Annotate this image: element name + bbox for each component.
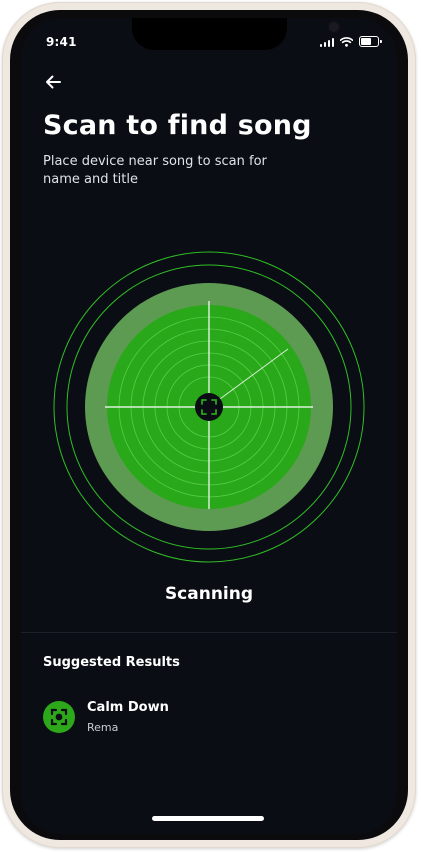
signal-icon [319,37,334,47]
home-indicator[interactable] [152,816,264,821]
scan-status-label: Scanning [164,584,254,604]
divider [21,632,397,633]
notch [132,18,341,50]
arrow-left-icon [46,75,61,89]
app-screen: 9:41 Scan to find song Place device near… [21,18,397,834]
front-camera [327,20,341,34]
battery-icon [359,36,382,47]
result-title: Calm Down [87,700,169,715]
suggested-results-heading: Suggested Results [43,655,180,670]
result-text: Calm Down Rema [87,700,169,734]
radar-center-hub [195,393,223,421]
back-button[interactable] [41,70,65,94]
status-time: 9:41 [46,35,77,49]
status-icons [319,36,382,47]
wifi-icon [340,36,353,47]
scan-frame-icon [50,708,68,726]
result-artist: Rema [87,721,119,734]
radar-scanner[interactable] [53,251,365,563]
page-title: Scan to find song [43,110,312,141]
page-subtitle: Place device near song to scan for name … [43,154,267,187]
result-icon [43,701,75,733]
result-item[interactable]: Calm Down Rema [43,700,169,734]
